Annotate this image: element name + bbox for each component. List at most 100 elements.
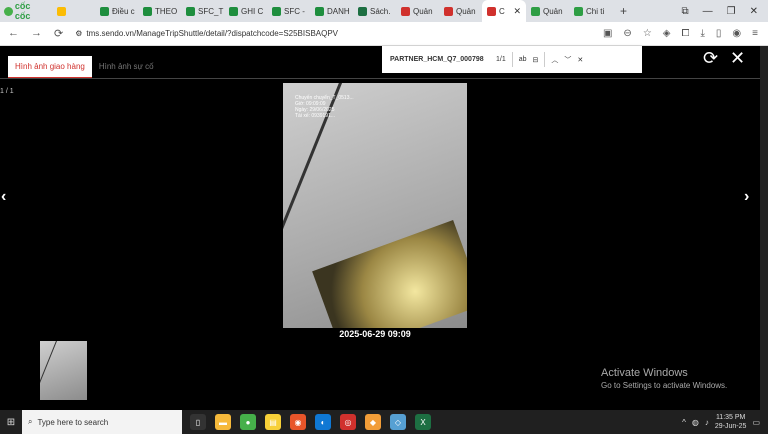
browser-tab[interactable]: DANH xyxy=(310,0,353,22)
image-counter: 1 / 1 xyxy=(0,88,14,95)
browser-tab[interactable]: SFC - xyxy=(267,0,310,22)
app2-icon[interactable]: ◆ xyxy=(365,414,381,430)
image-viewer: Hình ảnh giao hàng Hình ảnh sự cố PARTNE… xyxy=(0,46,768,410)
download-icon[interactable]: ⤓ xyxy=(700,28,704,39)
prev-image-icon[interactable]: ‹ xyxy=(1,188,6,206)
bookmark-icon[interactable]: ☆ xyxy=(643,28,652,39)
app-icon[interactable]: ◉ xyxy=(290,414,306,430)
chrome-icon[interactable]: ◎ xyxy=(340,414,356,430)
browser-tab[interactable]: GHI C xyxy=(224,0,267,22)
new-tab-button[interactable]: + xyxy=(612,4,635,18)
edge-icon[interactable]: ◐ xyxy=(315,414,331,430)
activate-windows-watermark: Activate Windows Go to Settings to activ… xyxy=(601,367,727,390)
tab-label: Chi ti xyxy=(586,6,605,16)
photo-caption: 2025-06-29 09:09 xyxy=(339,329,411,339)
drive-tab[interactable] xyxy=(52,0,95,22)
system-tray: ^ ◍ ♪ 11:35 PM 29-Jun-25 ▭ xyxy=(682,413,768,431)
delivery-photo: Chuyến chuyển_T_0513... Giờ: 09:09:09 Ng… xyxy=(283,83,467,328)
browser-tab[interactable]: Điều c xyxy=(95,0,138,22)
notifications-icon[interactable]: ▭ xyxy=(752,418,760,427)
forward-icon[interactable]: → xyxy=(31,27,42,40)
close-window-button[interactable]: ✕ xyxy=(750,6,758,17)
find-next-icon[interactable]: ﹀ xyxy=(564,55,571,65)
browser-tab[interactable]: SFC_T xyxy=(181,0,224,22)
volume-icon[interactable]: ♪ xyxy=(705,418,709,427)
rotate-icon[interactable]: ⟳ xyxy=(703,48,718,69)
profile-icon[interactable]: ⧉ xyxy=(682,6,689,17)
url-field[interactable]: ⚙ tms.sendo.vn/ManageTripShuttle/detail/… xyxy=(75,29,535,38)
find-prev-icon[interactable]: ︿ xyxy=(551,55,558,65)
tab-label: SFC_T xyxy=(198,6,224,16)
minimize-button[interactable]: — xyxy=(703,6,713,17)
network-icon[interactable]: ◍ xyxy=(692,418,699,427)
find-bar: PARTNER_HCM_Q7_000798 1/1 ab ⊟ ︿ ﹀ ✕ xyxy=(382,46,642,73)
tab-divider xyxy=(0,78,760,79)
browser-brand: cốc cốc xyxy=(14,1,31,21)
browser-logo[interactable]: cốc cốc xyxy=(0,1,52,21)
tab-incident-images[interactable]: Hình ảnh sự cố xyxy=(92,56,161,79)
close-viewer-icon[interactable]: ✕ xyxy=(730,48,745,69)
url-text: tms.sendo.vn/ManageTripShuttle/detail/?d… xyxy=(86,29,339,38)
translate-icon[interactable]: ▣ xyxy=(603,28,612,39)
browser-tab[interactable]: Chi ti xyxy=(569,0,612,22)
tab-favicon-icon xyxy=(574,6,583,16)
browser-tab[interactable]: THEO xyxy=(138,0,181,22)
shield-icon[interactable]: ◈ xyxy=(663,28,671,39)
sticky-notes-icon[interactable]: ▤ xyxy=(265,414,281,430)
extensions-icon[interactable]: ⧠ xyxy=(681,28,689,39)
browser-tab[interactable]: Quản xyxy=(396,0,439,22)
find-separator xyxy=(511,52,513,67)
image-tabs: Hình ảnh giao hàng Hình ảnh sự cố xyxy=(8,56,161,79)
browser-tab[interactable]: Sách. xyxy=(353,0,396,22)
browser-tab-bar: cốc cốc Điều c THEO SFC_T GHI C SFC - DANH Sác… xyxy=(0,0,768,22)
browser-tab[interactable]: C ✕ xyxy=(482,0,526,22)
coccoc-app-icon[interactable]: ● xyxy=(240,414,256,430)
find-close-icon[interactable]: ✕ xyxy=(577,56,583,64)
taskbar-search[interactable]: ⌕ Type here to search xyxy=(22,410,182,434)
taskbar: ⊞ ⌕ Type here to search ▯ ▬ ● ▤ ◉ ◐ ◎ ◆ … xyxy=(0,410,768,434)
tray-chevron-icon[interactable]: ^ xyxy=(682,418,686,427)
maximize-button[interactable]: ❐ xyxy=(727,6,736,17)
file-explorer-icon[interactable]: ▬ xyxy=(215,414,231,430)
address-bar-row: ← → ⟳ ⚙ tms.sendo.vn/ManageTripShuttle/d… xyxy=(0,22,768,46)
tab-delivery-images[interactable]: Hình ảnh giao hàng xyxy=(8,56,92,79)
drive-icon xyxy=(57,6,66,16)
menu-icon[interactable]: ≡ xyxy=(752,28,758,39)
account-icon[interactable]: ◉ xyxy=(732,28,741,39)
tab-label: SFC - xyxy=(284,6,305,16)
tab-close-icon[interactable]: ✕ xyxy=(513,6,521,17)
clock-time: 11:35 PM xyxy=(715,414,746,421)
tab-label: Quản xyxy=(413,6,433,16)
tab-favicon-icon xyxy=(531,6,540,16)
find-input[interactable]: PARTNER_HCM_Q7_000798 xyxy=(390,56,490,63)
browser-tab[interactable]: Quản xyxy=(526,0,569,22)
photo-meta-line: Tài xế: 0939191... xyxy=(295,113,336,119)
search-icon: ⌕ xyxy=(28,417,33,426)
search-placeholder: Type here to search xyxy=(37,417,109,427)
tab-label: DANH xyxy=(327,6,350,16)
tab-label: GHI C xyxy=(241,6,264,16)
zoom-icon[interactable]: ⊖ xyxy=(623,28,631,39)
next-image-icon[interactable]: › xyxy=(744,188,749,206)
tab-favicon-icon xyxy=(444,6,453,16)
scrollbar[interactable] xyxy=(760,46,768,410)
app3-icon[interactable]: ◇ xyxy=(390,414,406,430)
sidebar-icon[interactable]: ▯ xyxy=(716,28,722,39)
excel-icon[interactable]: X xyxy=(415,414,431,430)
back-icon[interactable]: ← xyxy=(8,27,19,40)
clock[interactable]: 11:35 PM 29-Jun-25 xyxy=(715,413,747,431)
whole-word-icon[interactable]: ⊟ xyxy=(533,56,539,64)
site-info-icon[interactable]: ⚙ xyxy=(75,29,82,38)
task-view-icon[interactable]: ▯ xyxy=(190,414,206,430)
thumbnail[interactable] xyxy=(40,341,87,400)
tab-label: C xyxy=(499,6,505,16)
tab-favicon-icon xyxy=(100,6,109,16)
tab-label: Quản xyxy=(456,6,476,16)
reload-icon[interactable]: ⟳ xyxy=(54,27,63,40)
start-icon[interactable]: ⊞ xyxy=(0,417,22,428)
tab-label: Điều c xyxy=(112,6,135,16)
tab-favicon-icon xyxy=(272,6,281,16)
tab-label: THEO xyxy=(155,6,178,16)
match-case-button[interactable]: ab xyxy=(519,56,527,63)
browser-tab[interactable]: Quản xyxy=(439,0,482,22)
